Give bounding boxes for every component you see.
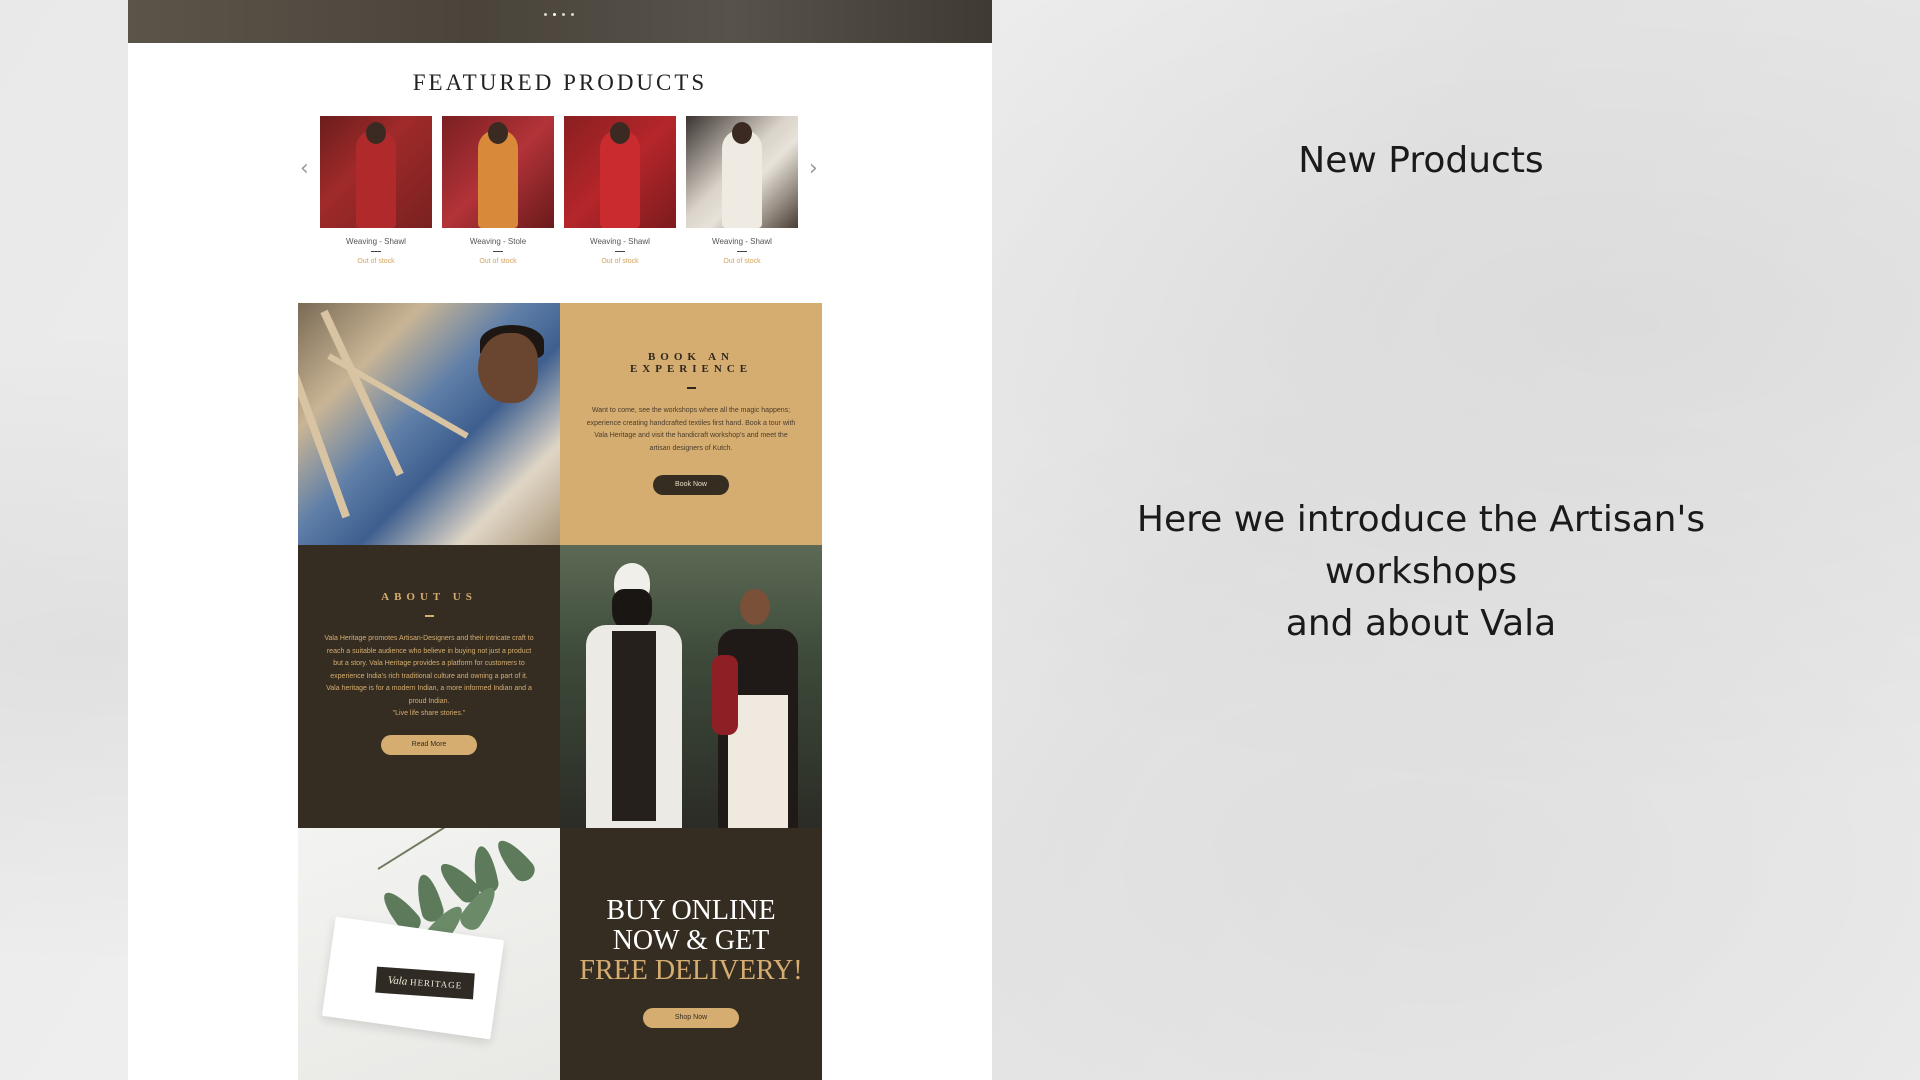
hero-slider [128, 0, 992, 43]
brand-script: Vala [387, 974, 408, 988]
intro-caption-line: Here we introduce the Artisan's workshop… [1136, 499, 1706, 592]
book-heading-line: BOOK AN [647, 351, 735, 363]
product-image[interactable] [442, 116, 554, 228]
product-card[interactable]: Weaving - Stole Out of stock [442, 116, 554, 265]
about-us-panel: ABOUT US Vala Heritage promotes Artisan-… [298, 545, 560, 828]
product-image[interactable] [320, 116, 432, 228]
product-name[interactable]: Weaving - Shawl [686, 237, 798, 246]
read-more-button[interactable]: Read More [381, 734, 477, 755]
slider-dot[interactable] [562, 13, 565, 16]
slider-dot[interactable] [553, 13, 556, 16]
chevron-left-icon[interactable]: ‹ [300, 156, 309, 181]
product-name[interactable]: Weaving - Shawl [320, 237, 432, 246]
product-image[interactable] [686, 116, 798, 228]
divider [737, 251, 747, 252]
product-card[interactable]: Weaving - Shawl Out of stock [686, 116, 798, 265]
artisans-photo [560, 545, 822, 828]
book-now-button[interactable]: Book Now [653, 475, 729, 495]
weaver-photo [298, 303, 560, 545]
product-name[interactable]: Weaving - Shawl [564, 237, 676, 246]
intro-caption: Here we introduce the Artisan's workshop… [1060, 494, 1782, 650]
slider-dot[interactable] [544, 13, 547, 16]
website-preview: FEATURED PRODUCTS ‹ › Weaving - Shawl Ou… [128, 0, 992, 1080]
brand-caps: HERITAGE [409, 976, 463, 991]
book-description: Want to come, see the workshops where al… [586, 407, 796, 452]
brand-card-photo: Vala HERITAGE [298, 828, 560, 1080]
divider [615, 251, 625, 252]
about-description: Vala Heritage promotes Artisan-Designers… [324, 635, 534, 705]
slider-dots [544, 13, 574, 16]
book-experience-panel: BOOK AN EXPERIENCE Want to come, see the… [560, 303, 822, 545]
product-card[interactable]: Weaving - Shawl Out of stock [320, 116, 432, 265]
book-heading-line: EXPERIENCE [629, 363, 753, 375]
divider [371, 251, 381, 252]
stock-status: Out of stock [723, 258, 761, 265]
new-products-caption: New Products [1298, 140, 1544, 181]
divider [493, 251, 503, 252]
stock-status: Out of stock [601, 258, 639, 265]
buy-line: NOW & GET [612, 925, 770, 956]
product-card[interactable]: Weaving - Shawl Out of stock [564, 116, 676, 265]
shop-now-button[interactable]: Shop Now [643, 1008, 739, 1028]
featured-products-title: FEATURED PRODUCTS [412, 70, 708, 95]
stock-status: Out of stock [479, 258, 517, 265]
product-carousel: Weaving - Shawl Out of stock Weaving - S… [320, 116, 816, 265]
about-heading: ABOUT US [381, 591, 477, 603]
slider-dot[interactable] [571, 13, 574, 16]
product-image[interactable] [564, 116, 676, 228]
buy-line: BUY ONLINE [606, 895, 776, 926]
product-name[interactable]: Weaving - Stole [442, 237, 554, 246]
stock-status: Out of stock [357, 258, 395, 265]
intro-caption-line: and about Vala [1285, 603, 1557, 644]
free-delivery-text: FREE DELIVERY! [579, 955, 803, 986]
buy-online-panel: BUY ONLINE NOW & GET FREE DELIVERY! Shop… [560, 828, 822, 1080]
heading-dash [686, 387, 696, 389]
heading-dash [424, 615, 434, 617]
about-quote: "Live life share stories." [392, 710, 466, 717]
